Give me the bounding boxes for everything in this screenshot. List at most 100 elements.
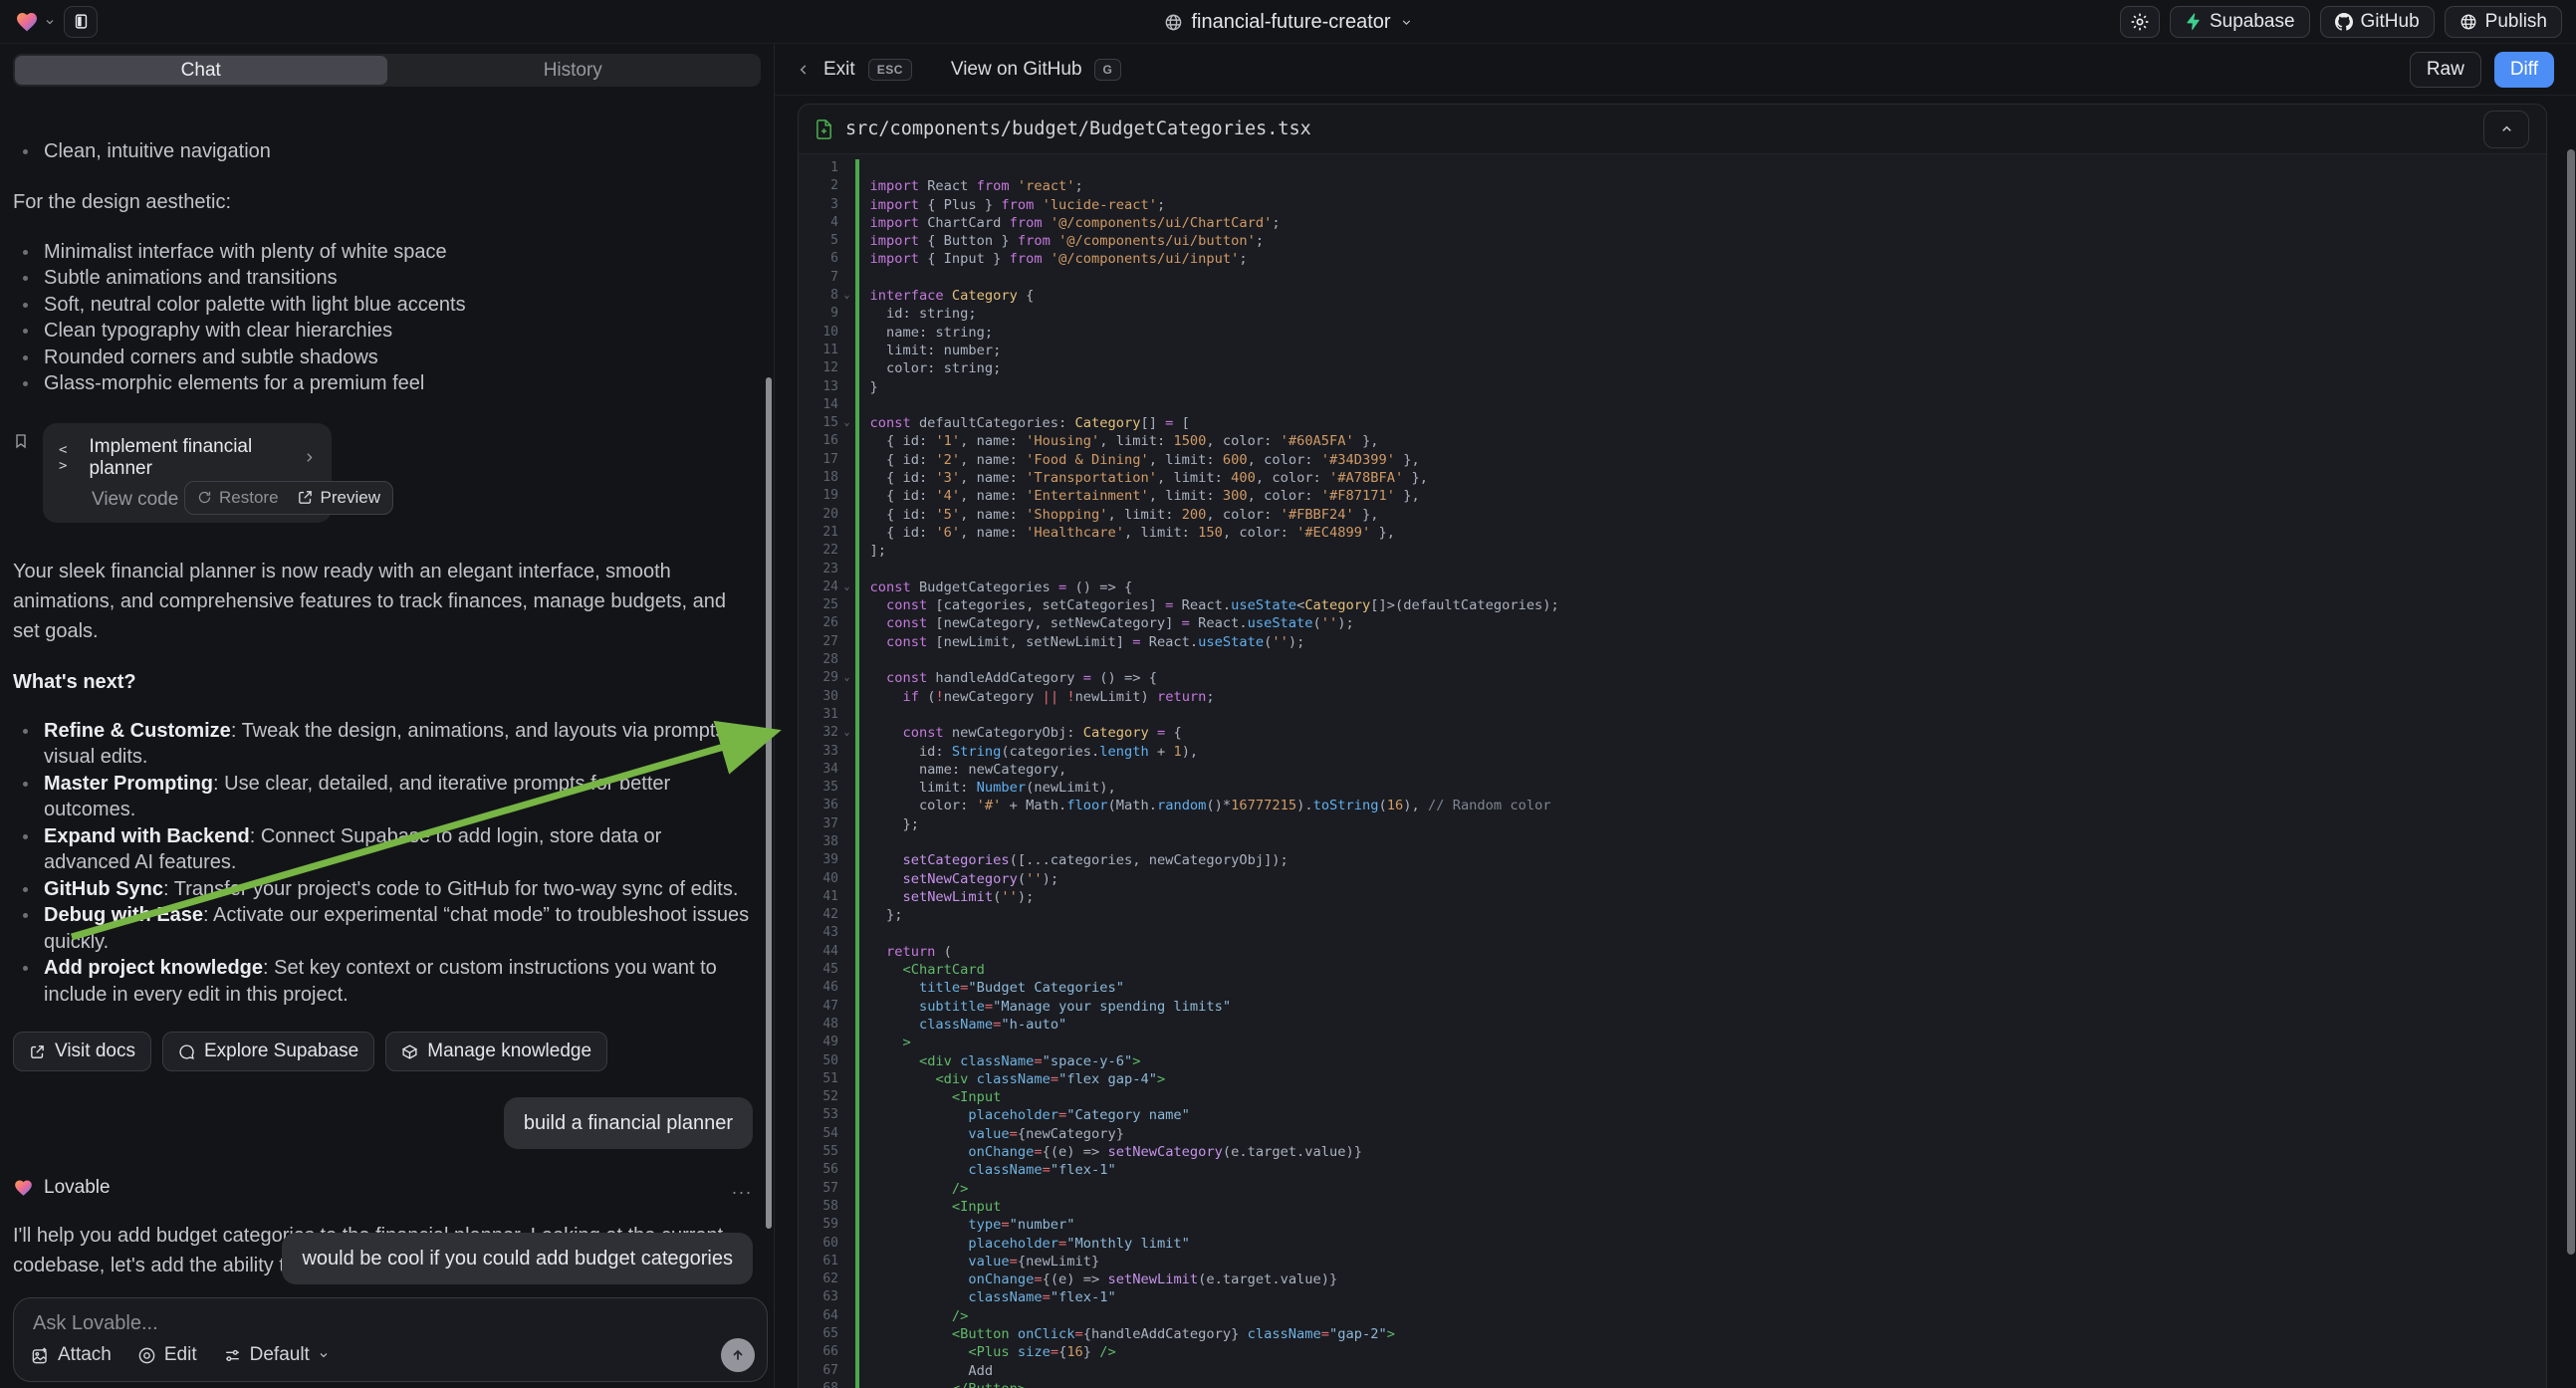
- line-number: 42: [799, 906, 838, 924]
- code-text: [859, 924, 870, 942]
- line-number: 55: [799, 1143, 838, 1161]
- preview-button[interactable]: Preview: [297, 488, 380, 508]
- collapse-file-button[interactable]: [2483, 111, 2529, 148]
- g-key-badge: G: [1094, 59, 1122, 81]
- line-number: 29: [799, 669, 838, 687]
- gutter-spacer: [838, 196, 855, 214]
- gutter-spacer: [838, 177, 855, 195]
- fold-chevron-icon[interactable]: ⌄: [838, 724, 855, 742]
- code-line: 8⌄interface Category {: [799, 287, 2546, 305]
- chat-scrollbar[interactable]: [766, 377, 772, 1229]
- gutter-spacer: [838, 324, 855, 342]
- composer-input[interactable]: Ask Lovable...: [33, 1312, 158, 1335]
- refresh-icon: [197, 490, 212, 505]
- tab-chat[interactable]: Chat: [15, 56, 387, 85]
- code-text: if (!newCategory || !newLimit) return;: [859, 688, 1215, 706]
- code-scrollbar[interactable]: [2567, 149, 2575, 1255]
- line-number: 10: [799, 324, 838, 342]
- gutter-spacer: [838, 833, 855, 851]
- code-text: subtitle="Manage your spending limits": [859, 998, 1232, 1016]
- code-text: <Button onClick={handleAddCategory} clas…: [859, 1325, 1395, 1343]
- code-line: 32⌄ const newCategoryObj: Category = {: [799, 724, 2546, 742]
- code-line: 56 className="flex-1": [799, 1161, 2546, 1179]
- action-button-manage-knowledge[interactable]: Manage knowledge: [385, 1032, 607, 1071]
- gutter-spacer: [838, 1088, 855, 1106]
- line-number: 41: [799, 888, 838, 906]
- code-line: 55 onChange={(e) => setNewCategory(e.tar…: [799, 1143, 2546, 1161]
- code-text: [859, 561, 870, 578]
- gutter-spacer: [838, 524, 855, 542]
- restore-button[interactable]: Restore: [197, 488, 279, 508]
- code-line: 65 <Button onClick={handleAddCategory} c…: [799, 1325, 2546, 1343]
- gutter-spacer: [838, 269, 855, 287]
- tab-history[interactable]: History: [387, 56, 760, 85]
- github-icon: [2335, 13, 2353, 31]
- code-line: 25 const [categories, setCategories] = R…: [799, 596, 2546, 614]
- code-text: setCategories([...categories, newCategor…: [859, 851, 1288, 869]
- diff-button[interactable]: Diff: [2494, 52, 2554, 88]
- code-line: 7: [799, 269, 2546, 287]
- project-selector[interactable]: financial-future-creator: [1163, 0, 1412, 44]
- user-message-bubble: build a financial planner: [504, 1097, 753, 1149]
- line-number: 13: [799, 378, 838, 396]
- code-text: { id: '5', name: 'Shopping', limit: 200,…: [859, 506, 1379, 524]
- line-number: 64: [799, 1307, 838, 1325]
- code-editor[interactable]: 12import React from 'react';3import { Pl…: [799, 154, 2546, 1388]
- message-menu-button[interactable]: ...: [732, 1178, 753, 1199]
- code-text: <Input: [859, 1088, 1002, 1106]
- gutter-spacer: [838, 1380, 855, 1388]
- action-button-explore-supabase[interactable]: Explore Supabase: [162, 1032, 374, 1071]
- gutter-spacer: [838, 305, 855, 323]
- gutter-spacer: [838, 743, 855, 761]
- lovable-logo-menu[interactable]: [14, 10, 56, 34]
- code-text: };: [859, 906, 903, 924]
- settings-button[interactable]: [2120, 6, 2160, 38]
- code-line: 33 id: String(categories.length + 1),: [799, 743, 2546, 761]
- composer[interactable]: Ask Lovable... Attach: [13, 1297, 768, 1382]
- fold-chevron-icon[interactable]: ⌄: [838, 578, 855, 596]
- code-text: import React from 'react';: [859, 177, 1083, 195]
- action-button-visit-docs[interactable]: Visit docs: [13, 1032, 151, 1071]
- code-text: type="number": [859, 1216, 1075, 1234]
- github-button[interactable]: GitHub: [2320, 6, 2435, 38]
- code-line: 62 onChange={(e) => setNewLimit(e.target…: [799, 1271, 2546, 1288]
- code-line: 51 <div className="flex gap-4">: [799, 1070, 2546, 1088]
- line-number: 15: [799, 414, 838, 432]
- gutter-spacer: [838, 1288, 855, 1306]
- fold-chevron-icon[interactable]: ⌄: [838, 669, 855, 687]
- line-number: 50: [799, 1052, 838, 1070]
- chat-bubble-icon: [178, 1043, 195, 1060]
- gutter-spacer: [838, 359, 855, 377]
- line-number: 68: [799, 1380, 838, 1388]
- raw-button[interactable]: Raw: [2410, 52, 2481, 88]
- edit-button[interactable]: Edit: [137, 1344, 197, 1366]
- line-number: 24: [799, 578, 838, 596]
- code-line: 27 const [newLimit, setNewLimit] = React…: [799, 633, 2546, 651]
- code-line: 35 limit: Number(newLimit),: [799, 779, 2546, 797]
- code-text: const [newLimit, setNewLimit] = React.us…: [859, 633, 1305, 651]
- send-button[interactable]: [721, 1338, 755, 1372]
- line-number: 46: [799, 979, 838, 997]
- gutter-spacer: [838, 924, 855, 942]
- fold-chevron-icon[interactable]: ⌄: [838, 287, 855, 305]
- supabase-button[interactable]: Supabase: [2170, 6, 2310, 38]
- line-number: 4: [799, 214, 838, 232]
- code-line: 21 { id: '6', name: 'Healthcare', limit:…: [799, 524, 2546, 542]
- code-text: { id: '6', name: 'Healthcare', limit: 15…: [859, 524, 1395, 542]
- chat-paragraph: Your sleek financial planner is now read…: [13, 557, 753, 646]
- sidebar-toggle-button[interactable]: [64, 6, 98, 38]
- publish-button[interactable]: Publish: [2445, 6, 2562, 38]
- attach-button[interactable]: Attach: [31, 1344, 112, 1366]
- bullet-list: Minimalist interface with plenty of whit…: [13, 239, 753, 397]
- diff-file-card: src/components/budget/BudgetCategories.t…: [798, 104, 2547, 1388]
- user-message-bubble: would be cool if you could add budget ca…: [282, 1233, 753, 1284]
- code-text: { id: '4', name: 'Entertainment', limit:…: [859, 487, 1420, 505]
- line-number: 62: [799, 1271, 838, 1288]
- code-text: };: [859, 815, 919, 833]
- chevron-left-icon[interactable]: [797, 63, 811, 77]
- mode-select[interactable]: Default: [223, 1344, 330, 1366]
- exit-button[interactable]: Exit: [823, 59, 855, 81]
- fold-chevron-icon[interactable]: ⌄: [838, 414, 855, 432]
- line-number: 6: [799, 250, 838, 268]
- view-on-github-button[interactable]: View on GitHub: [951, 59, 1082, 81]
